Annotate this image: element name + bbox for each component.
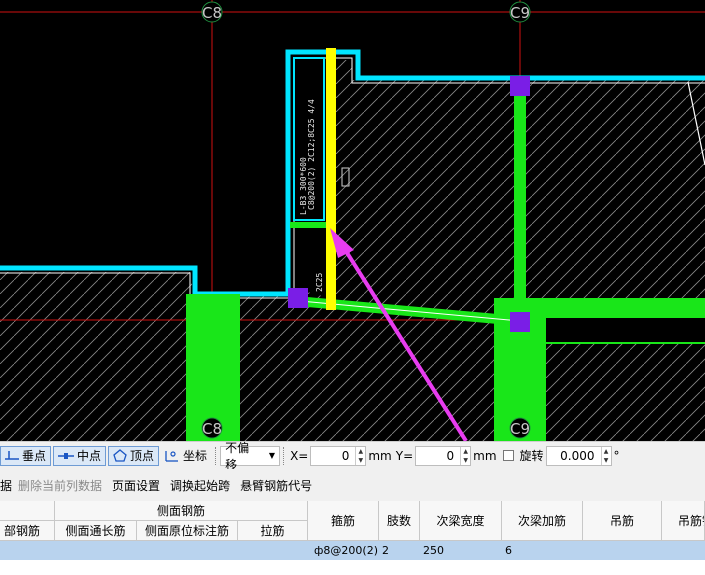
rebar-table: 侧面钢筋 部钢筋 侧面通长筋 侧面原位标注筋 拉筋 箍筋 肢数 次梁宽度 次梁加…	[0, 501, 705, 575]
vertex-icon	[113, 449, 127, 462]
x-label: X=	[290, 448, 309, 463]
header-side-original: 侧面原位标注筋	[137, 521, 238, 541]
cell-secondary-width[interactable]: 250	[423, 541, 444, 560]
y-value: 0	[446, 448, 455, 463]
snap-coordinate-button[interactable]: 坐标	[161, 446, 210, 466]
cell-secondary-add[interactable]: 6	[505, 541, 512, 560]
table-row[interactable]: ф8@200(2) 2 250 6	[0, 541, 705, 560]
delete-column-data-button[interactable]: 删除当前列数据	[18, 477, 102, 494]
y-unit: mm	[473, 448, 497, 463]
header-hanger: 吊筋	[583, 501, 662, 541]
header-hanger-anchor: 吊筋锚	[662, 501, 705, 541]
rotate-input[interactable]: 0.000 ▲ ▼	[545, 445, 612, 466]
cell-stirrup[interactable]: ф8@200(2)	[314, 541, 378, 560]
coordinate-icon	[165, 450, 179, 462]
x-value: 0	[341, 448, 350, 463]
y-input[interactable]: 0 ▲ ▼	[415, 445, 472, 466]
rotate-label: 旋转	[519, 449, 544, 463]
degree-symbol: °	[613, 448, 620, 463]
x-input[interactable]: 0 ▲ ▼	[310, 445, 367, 466]
axis-label-top-c8: C8	[202, 4, 222, 22]
rotate-value: 0.000	[560, 448, 595, 463]
snap-vertex-button[interactable]: 顶点	[108, 445, 160, 466]
toolbar-separator	[215, 446, 217, 465]
snap-midpoint-button[interactable]: 中点	[53, 445, 107, 466]
snap-midpoint-label: 中点	[77, 449, 102, 463]
drawing-svg[interactable]: L-B3 300*600 C8@200(2) 2C12;8C25 4/4 2C2…	[0, 0, 705, 441]
y-label: Y=	[395, 448, 414, 463]
snap-vertex-label: 顶点	[130, 449, 155, 463]
x-unit: mm	[368, 448, 392, 463]
rotate-spinner-arrows[interactable]: ▲ ▼	[600, 446, 611, 465]
beam-annotation-3: 2C25	[315, 273, 324, 292]
swap-start-span-button[interactable]: 调换起始跨	[170, 477, 230, 494]
axis-label-bottom-c8: C8	[202, 420, 222, 438]
cantilever-rebar-code-button[interactable]: 悬臂钢筋代号	[240, 477, 312, 494]
y-spinner-arrows[interactable]: ▲ ▼	[460, 446, 470, 465]
drawing-canvas[interactable]: L-B3 300*600 C8@200(2) 2C12;8C25 4/4 2C2…	[0, 0, 705, 441]
offset-dropdown[interactable]: 不偏移 ▼	[220, 441, 281, 472]
cell-legs[interactable]: 2	[382, 541, 389, 560]
header-col0-top	[0, 501, 55, 521]
axis-label-bottom-c9: C9	[510, 420, 530, 438]
selected-beam[interactable]	[326, 48, 336, 310]
midpoint-icon	[58, 452, 75, 459]
header-secondary-width: 次梁宽度	[420, 501, 502, 541]
green-stub	[290, 222, 330, 228]
offset-value: 不偏移	[225, 440, 250, 472]
header-legs: 肢数	[379, 501, 420, 541]
snap-perpendicular-label: 垂点	[22, 449, 47, 463]
header-side-through: 侧面通长筋	[55, 521, 137, 541]
perpendicular-icon	[5, 450, 19, 460]
page-setup-button[interactable]: 页面设置	[112, 477, 160, 494]
header-tie: 拉筋	[238, 521, 308, 541]
green-beam-right-hole	[546, 318, 705, 342]
snap-toolbar: 垂点 中点 顶点 坐标 不偏移 ▼ X= 0 ▲ ▼ mm Y= 0 ▲ ▼ mm …	[0, 441, 705, 472]
toolbar-separator-2	[283, 446, 285, 465]
header-side-rebar: 侧面钢筋	[55, 501, 308, 521]
axis-label-top-c9: C9	[510, 4, 530, 22]
green-beam-vertical	[514, 90, 526, 320]
header-bottom-rebar: 部钢筋	[0, 521, 55, 541]
column-marker-1[interactable]	[510, 76, 530, 96]
column-marker-2[interactable]	[288, 288, 308, 308]
header-secondary-add: 次梁加筋	[502, 501, 583, 541]
snap-coordinate-label: 坐标	[183, 449, 208, 463]
table-toolbar-item-data[interactable]: 据	[0, 477, 12, 494]
table-toolbar: 据 删除当前列数据 页面设置 调换起始跨 悬臂钢筋代号	[0, 469, 705, 501]
x-spinner-arrows[interactable]: ▲ ▼	[355, 446, 365, 465]
snap-perpendicular-button[interactable]: 垂点	[0, 445, 52, 466]
column-marker-3[interactable]	[510, 312, 530, 332]
chevron-down-icon: ▼	[268, 451, 276, 460]
rotate-checkbox[interactable]	[502, 450, 514, 461]
beam-annotation-2: C8@200(2) 2C12;8C25 4/4	[307, 99, 316, 210]
slab-hatch-left	[0, 272, 192, 441]
header-stirrup: 箍筋	[308, 501, 379, 541]
